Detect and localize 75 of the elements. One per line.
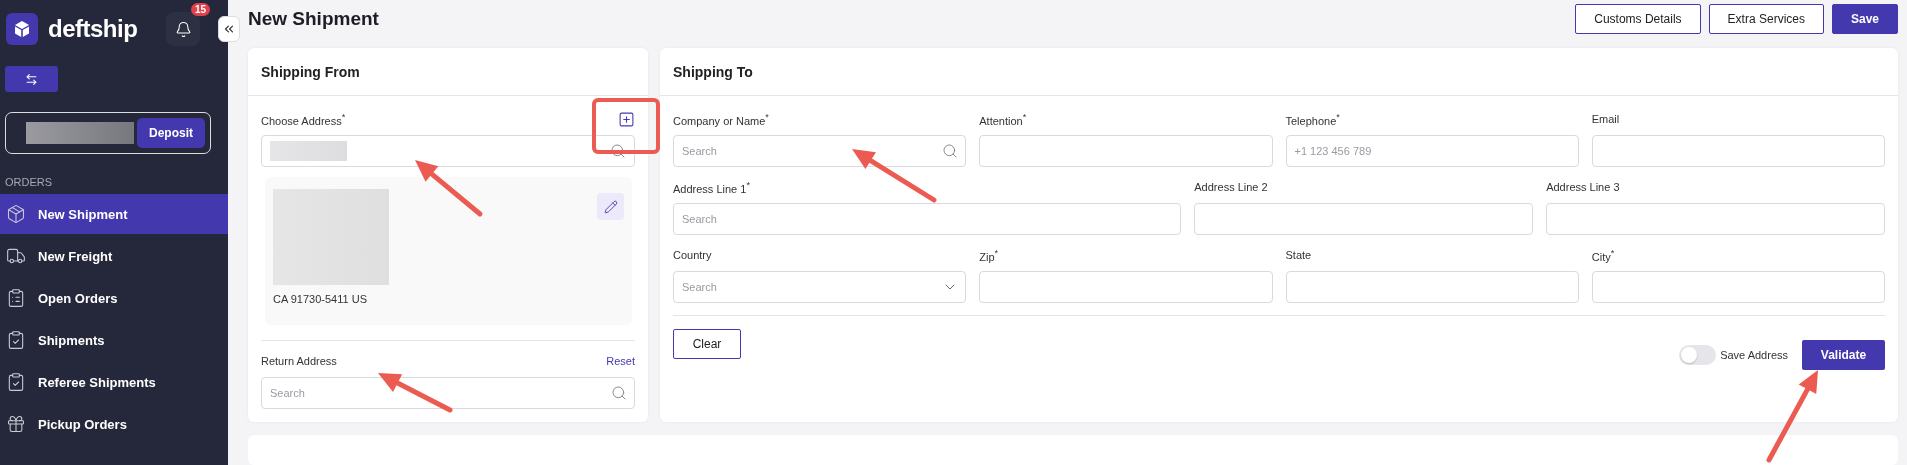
address-line: CA 91730-5411 US — [273, 293, 368, 305]
input-field[interactable] — [1591, 271, 1885, 303]
notification-button[interactable] — [166, 12, 200, 46]
section-label: ORDERS — [5, 176, 54, 188]
clear-button[interactable]: Clear — [673, 329, 741, 359]
add-address-icon[interactable] — [618, 110, 635, 128]
search-icon — [611, 385, 627, 401]
nav-item[interactable]: New Shipment — [0, 194, 228, 234]
pencil-icon — [603, 199, 618, 214]
reset-link[interactable]: Reset — [606, 355, 635, 367]
nav-item[interactable]: Referee Shipments — [0, 362, 228, 402]
header-button[interactable]: Extra Services — [1708, 3, 1824, 34]
input-field[interactable] — [1546, 203, 1885, 235]
chevrons-left-icon — [222, 22, 236, 36]
input-field[interactable] — [1285, 271, 1579, 303]
nav-label: Pickup Orders — [38, 416, 127, 432]
input-field[interactable] — [979, 271, 1273, 303]
bell-icon — [174, 20, 192, 38]
nav-label: New Shipment — [38, 206, 128, 222]
field-label: Attention$^{*}$ — [979, 111, 1027, 127]
field-label: City$^{*}$ — [1591, 247, 1615, 263]
input-field[interactable] — [1591, 135, 1885, 167]
logo-icon — [6, 13, 38, 45]
input-field[interactable]: +1 123 456 789 — [1285, 135, 1579, 167]
input-field[interactable] — [979, 135, 1273, 167]
clipboard-check-icon — [6, 330, 26, 350]
nav-label: Referee Shipments — [38, 374, 156, 390]
nav-item[interactable]: Shipments — [0, 320, 228, 360]
select-field[interactable]: Search — [673, 271, 967, 303]
notification-badge: 15 — [190, 3, 210, 16]
field-label: State — [1285, 249, 1312, 261]
truck-icon — [6, 246, 26, 266]
nav-label: Open Orders — [38, 290, 118, 306]
nav-item[interactable]: Pickup Orders — [0, 404, 228, 444]
toggle-switch[interactable] — [1679, 345, 1717, 365]
input-field[interactable]: Search — [673, 203, 1182, 235]
header-button[interactable]: Save — [1831, 3, 1898, 34]
gift-icon — [6, 414, 26, 434]
field-label: Address Line 1$^{*}$ — [673, 179, 750, 195]
search-field[interactable]: Search — [261, 377, 635, 409]
validate-button[interactable]: Validate — [1802, 340, 1885, 370]
collapse-button[interactable] — [218, 16, 240, 42]
field-label: Choose Address$^{*}$ — [261, 111, 346, 127]
toggle-label: Save Address — [1720, 349, 1788, 361]
address-search-field[interactable] — [261, 135, 635, 167]
page-title: New Shipment — [248, 7, 379, 30]
annotation-arrow — [415, 160, 483, 217]
header-button[interactable]: Customs Details — [1575, 3, 1701, 34]
package-icon — [6, 204, 26, 224]
field-label: Address Line 3 — [1546, 181, 1620, 193]
nav-label: New Freight — [38, 248, 113, 264]
card-title: Shipping From — [261, 63, 360, 80]
brand-name: deftship — [48, 15, 139, 43]
card-title: Shipping To — [673, 63, 753, 80]
deposit-button[interactable]: Deposit — [137, 118, 205, 148]
nav-label: Shipments — [38, 332, 105, 348]
swap-arrows-icon — [25, 72, 38, 86]
input-field[interactable] — [1194, 203, 1534, 235]
clipboard-check-icon — [6, 372, 26, 392]
field-label: Zip$^{*}$ — [979, 247, 999, 263]
switch-button[interactable] — [5, 66, 58, 92]
field-label: Address Line 2 — [1194, 181, 1268, 193]
field-label: Email — [1591, 113, 1620, 125]
field-label: Telephone$^{*}$ — [1285, 111, 1340, 127]
search-field[interactable]: Search — [673, 135, 967, 167]
edit-button[interactable] — [597, 193, 624, 220]
field-label: Company or Name$^{*}$ — [673, 111, 769, 127]
search-icon — [942, 143, 959, 159]
nav-item[interactable]: New Freight — [0, 236, 228, 276]
field-label: Return Address — [261, 355, 337, 367]
clipboard-icon — [6, 288, 26, 308]
search-icon — [610, 143, 626, 159]
nav-item[interactable]: Open Orders — [0, 278, 228, 318]
highlight-box — [592, 98, 660, 154]
field-label: Country — [673, 249, 712, 261]
